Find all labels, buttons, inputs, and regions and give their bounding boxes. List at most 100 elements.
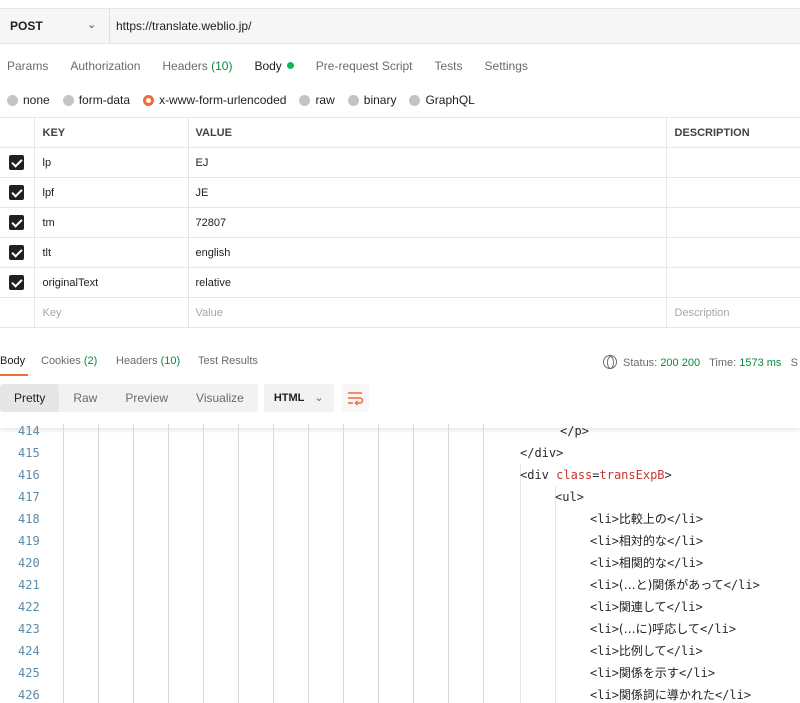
language-select[interactable]: HTML ⌄ [263, 384, 334, 412]
radio-icon [62, 94, 74, 106]
table-row: tlt english [0, 237, 800, 268]
checkbox-checked-icon[interactable] [9, 245, 25, 260]
code-line: <li>関連して</li> [590, 600, 703, 614]
tab-test-results[interactable]: Test Results [198, 355, 258, 367]
key-cell[interactable]: lpf [34, 177, 189, 208]
gutter-divider [133, 424, 134, 703]
tab-body[interactable]: Body [254, 59, 294, 79]
description-cell[interactable] [666, 147, 800, 178]
radio-icon [409, 94, 421, 106]
radio-icon [347, 94, 359, 106]
radio-binary[interactable]: binary [347, 93, 396, 107]
tab-cookies[interactable]: Cookies (2) [41, 355, 97, 367]
gutter-divider [308, 424, 309, 703]
status-value[interactable]: 200 200 [660, 357, 700, 369]
radio-label: raw [315, 93, 335, 107]
tab-label: Pre-request Script [315, 59, 413, 73]
key-cell[interactable]: originalText [34, 267, 189, 298]
gutter-divider [238, 424, 239, 703]
checkbox-checked-icon[interactable] [9, 185, 25, 200]
key-cell[interactable]: tm [34, 207, 189, 238]
body-type-selector: none form-data x-www-form-urlencoded raw… [7, 92, 488, 108]
value-cell[interactable]: relative [188, 267, 667, 298]
tab-label: Headers [162, 59, 208, 73]
line-number: 422 [18, 600, 40, 614]
wrap-lines-button[interactable] [341, 384, 369, 412]
status-label: Status: [623, 357, 658, 369]
code-line: <ul> [555, 490, 584, 504]
tab-label: Settings [484, 59, 528, 73]
tab-headers[interactable]: Headers (10) [162, 59, 232, 79]
checkbox-checked-icon[interactable] [9, 275, 25, 290]
indent-guide [555, 486, 556, 703]
response-body-code[interactable]: 414 </p> 415 </div> 416 <div class=transExpB>… [0, 424, 800, 703]
row-checkbox-cell [0, 177, 35, 208]
tab-params[interactable]: Params [7, 59, 48, 79]
value-cell[interactable]: JE [188, 177, 667, 208]
description-cell[interactable] [666, 177, 800, 208]
gutter-divider [63, 424, 64, 703]
description-cell[interactable] [666, 207, 800, 238]
line-number: 416 [18, 468, 40, 482]
view-raw[interactable]: Raw [59, 384, 111, 412]
line-number: 417 [18, 490, 40, 504]
tab-label: Headers [116, 355, 158, 367]
line-number: 426 [18, 688, 40, 702]
key-cell[interactable]: tlt [34, 237, 189, 268]
key-input[interactable]: Key [34, 297, 189, 328]
tab-label: Params [7, 59, 49, 73]
line-number: 420 [18, 556, 40, 570]
radio-none[interactable]: none [7, 93, 50, 107]
tab-authorization[interactable]: Authorization [70, 59, 140, 79]
view-pretty[interactable]: Pretty [0, 384, 60, 412]
gutter-divider [483, 424, 484, 703]
gutter-divider [203, 424, 204, 703]
radio-icon [7, 94, 18, 106]
method-label: POST [10, 19, 43, 33]
wrap-lines-icon [347, 392, 363, 406]
gutter-divider [413, 424, 414, 703]
value-cell[interactable]: 72807 [188, 207, 667, 238]
value-cell[interactable]: EJ [188, 147, 667, 178]
method-select[interactable]: POST ⌄ [0, 9, 110, 43]
tab-count: (10) [160, 355, 181, 367]
radio-raw[interactable]: raw [299, 93, 335, 107]
tab-response-headers[interactable]: Headers (10) [116, 355, 180, 367]
tab-settings[interactable]: Settings [485, 59, 528, 79]
tab-label: Authorization [70, 59, 141, 73]
response-format-toolbar: Pretty Raw Preview Visualize HTML ⌄ [0, 384, 369, 412]
description-cell[interactable] [666, 267, 800, 298]
checkbox-checked-icon[interactable] [9, 155, 25, 170]
description-input[interactable]: Description [666, 297, 800, 328]
tab-pre-request-script[interactable]: Pre-request Script [316, 59, 413, 79]
radio-selected-icon [143, 94, 155, 106]
view-visualize[interactable]: Visualize [182, 384, 258, 412]
tab-tests[interactable]: Tests [435, 59, 463, 79]
checkbox-checked-icon[interactable] [9, 215, 25, 230]
line-number: 419 [18, 534, 40, 548]
table-header-row: KEY VALUE DESCRIPTION [0, 117, 800, 148]
value-input[interactable]: Value [188, 297, 667, 328]
gutter-divider [343, 424, 344, 703]
view-preview[interactable]: Preview [111, 384, 182, 412]
url-input[interactable]: https://translate.weblio.jp/ [116, 9, 251, 43]
tab-label: Cookies [41, 355, 81, 367]
tab-count: (10) [211, 59, 233, 73]
language-label: HTML [273, 392, 305, 404]
radio-x-www-form-urlencoded[interactable]: x-www-form-urlencoded [143, 93, 286, 107]
key-column-header: KEY [34, 117, 189, 148]
globe-icon[interactable] [603, 355, 617, 369]
radio-form-data[interactable]: form-data [62, 93, 130, 107]
line-number: 423 [18, 622, 40, 636]
code-line: </div> [520, 446, 564, 460]
key-cell[interactable]: lp [34, 147, 189, 178]
description-cell[interactable] [666, 237, 800, 268]
tab-response-body[interactable]: Body [0, 355, 25, 367]
value-cell[interactable]: english [188, 237, 667, 268]
gutter-divider [98, 424, 99, 703]
table-row: lp EJ [0, 147, 800, 178]
time-value[interactable]: 1573 ms [739, 357, 781, 369]
line-number: 415 [18, 446, 40, 460]
row-checkbox-cell [0, 147, 35, 178]
radio-graphql[interactable]: GraphQL [409, 93, 475, 107]
